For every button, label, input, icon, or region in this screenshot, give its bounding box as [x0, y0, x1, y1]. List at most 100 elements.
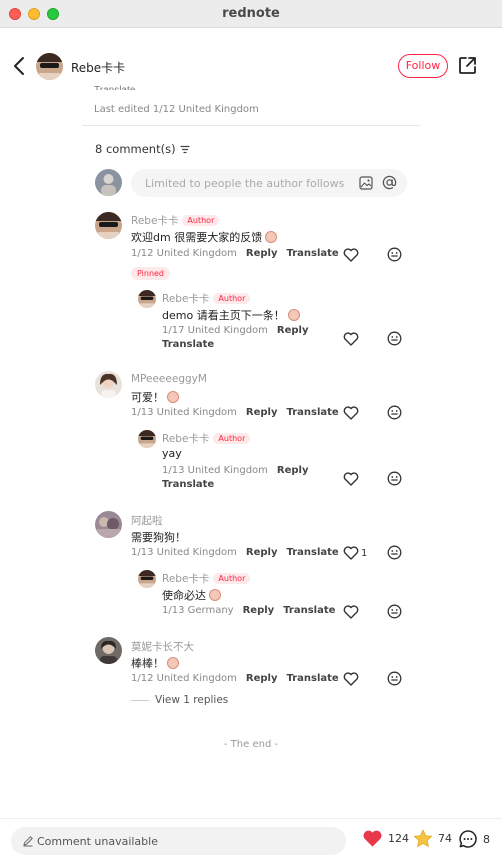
reply-button[interactable]: Reply: [277, 465, 309, 476]
comment-author-name[interactable]: Rebe卡卡 Author: [131, 213, 220, 228]
heart-icon[interactable]: [343, 332, 359, 346]
sticker-icon: [167, 391, 179, 403]
comment-input[interactable]: Limited to people the author follows: [131, 169, 407, 197]
comments-button[interactable]: 8: [458, 829, 490, 849]
truncated-post-text: Translate: [94, 81, 135, 90]
like-total: 124: [388, 832, 409, 845]
heart-icon[interactable]: [343, 546, 359, 560]
commenter-avatar[interactable]: [95, 637, 122, 664]
view-replies-button[interactable]: View 1 replies: [131, 694, 228, 706]
reply-text: yay: [162, 447, 182, 460]
author-name[interactable]: Rebe卡卡: [71, 59, 125, 76]
emoji-icon[interactable]: [387, 671, 402, 686]
sticker-icon: [209, 589, 221, 601]
reply-text: 使命必达: [162, 587, 221, 603]
share-button[interactable]: [458, 56, 477, 75]
comment-bubble-icon: [459, 830, 477, 848]
reply-button[interactable]: Reply: [246, 407, 278, 418]
pinned-badge: Pinned: [131, 267, 171, 280]
star-icon: [413, 829, 433, 847]
emoji-icon[interactable]: [387, 545, 402, 560]
sticker-icon: [265, 231, 278, 243]
emoji-icon[interactable]: [387, 604, 402, 619]
reply-button[interactable]: Reply: [246, 547, 278, 558]
comment-text: 欢迎dm 很需要大家的反馈: [131, 229, 278, 245]
sticker-icon: [287, 309, 300, 321]
comment-unavailable-label: Comment unavailable: [37, 835, 158, 848]
emoji-icon[interactable]: [387, 471, 402, 486]
comment-meta: 1/13 United Kingdom Reply Translate: [131, 407, 339, 418]
reply-meta: 1/13 United Kingdom Reply Translate: [162, 465, 309, 492]
emoji-icon[interactable]: [387, 405, 402, 420]
author-badge: Author: [213, 573, 251, 584]
reply-author-avatar[interactable]: [138, 570, 156, 588]
comment-author-name[interactable]: 莫妮卡长不大: [131, 639, 194, 654]
current-user-avatar: [95, 169, 122, 196]
end-of-comments-label: - The end -: [223, 739, 279, 750]
last-edited-label: Last edited 1/12 United Kingdom: [94, 104, 259, 115]
heart-icon[interactable]: [343, 248, 359, 262]
reply-text: demo 请看主页下一条！: [162, 307, 300, 323]
mention-icon[interactable]: [382, 175, 397, 190]
comment-meta: 1/13 United Kingdom Reply Translate: [131, 547, 339, 558]
reply-button[interactable]: Reply: [246, 673, 278, 684]
translate-button[interactable]: Translate: [287, 673, 339, 684]
comment-text: 棒棒！: [131, 655, 179, 671]
comment-author-name[interactable]: MPeeeeeggyM: [131, 373, 207, 385]
reply-button[interactable]: Reply: [243, 605, 275, 616]
commenter-avatar[interactable]: [95, 212, 122, 239]
share-icon: [459, 57, 476, 74]
sticker-icon: [167, 657, 179, 669]
translate-button[interactable]: Translate: [287, 407, 339, 418]
comment-unavailable-field[interactable]: Comment unavailable: [11, 827, 346, 855]
comment-total: 8: [483, 832, 490, 846]
window-title: rednote: [222, 6, 280, 21]
emoji-icon[interactable]: [387, 247, 402, 262]
back-button[interactable]: [10, 55, 30, 77]
translate-button[interactable]: Translate: [283, 605, 335, 616]
reply-author-avatar[interactable]: [138, 290, 156, 308]
author-badge: Author: [182, 215, 220, 226]
heart-icon[interactable]: [343, 406, 359, 420]
reply-meta: 1/17 United Kingdom Reply Translate: [162, 325, 309, 352]
comment-text: 可爱！: [131, 389, 179, 405]
comment-meta: 1/12 United Kingdom Reply Translate: [131, 673, 339, 684]
heart-icon[interactable]: [343, 672, 359, 686]
reply-button[interactable]: Reply: [246, 248, 278, 259]
like-button[interactable]: 124: [362, 829, 409, 848]
reply-author-name[interactable]: Rebe卡卡 Author: [162, 431, 251, 446]
bottom-action-bar: Comment unavailable 124 74 8: [0, 818, 502, 859]
reply-author-name[interactable]: Rebe卡卡 Author: [162, 571, 251, 586]
commenter-avatar[interactable]: [95, 371, 122, 398]
image-icon[interactable]: [359, 176, 373, 190]
reply-author-avatar[interactable]: [138, 430, 156, 448]
comment-author-name[interactable]: 阿起啦: [131, 513, 163, 528]
pencil-icon: [23, 836, 33, 847]
commenter-avatar[interactable]: [95, 511, 122, 538]
post-header: Rebe卡卡 Follow: [0, 29, 502, 101]
comment-count-sort[interactable]: 8 comment(s): [95, 142, 190, 156]
chevron-left-icon: [14, 57, 24, 75]
comment-input-placeholder: Limited to people the author follows: [145, 177, 345, 190]
translate-button[interactable]: Translate: [287, 248, 339, 259]
translate-button[interactable]: Translate: [162, 338, 309, 352]
like-count: 1: [361, 548, 368, 559]
emoji-icon[interactable]: [387, 331, 402, 346]
heart-icon[interactable]: [343, 605, 359, 619]
author-badge: Author: [213, 293, 251, 304]
view-replies-line: [131, 699, 149, 701]
view-replies-label: View 1 replies: [155, 694, 229, 706]
divider: [82, 125, 420, 126]
reply-button[interactable]: Reply: [277, 325, 309, 336]
follow-button[interactable]: Follow: [398, 54, 448, 78]
heart-icon[interactable]: [343, 472, 359, 486]
translate-button[interactable]: Translate: [162, 478, 309, 492]
sort-icon: [179, 145, 190, 153]
translate-button[interactable]: Translate: [287, 547, 339, 558]
window-titlebar: rednote: [0, 0, 502, 28]
collect-total: 74: [438, 832, 452, 845]
author-avatar[interactable]: [36, 53, 63, 80]
comment-count-label: 8 comment(s): [95, 142, 176, 156]
reply-author-name[interactable]: Rebe卡卡 Author: [162, 291, 251, 306]
collect-button[interactable]: 74: [413, 829, 452, 848]
